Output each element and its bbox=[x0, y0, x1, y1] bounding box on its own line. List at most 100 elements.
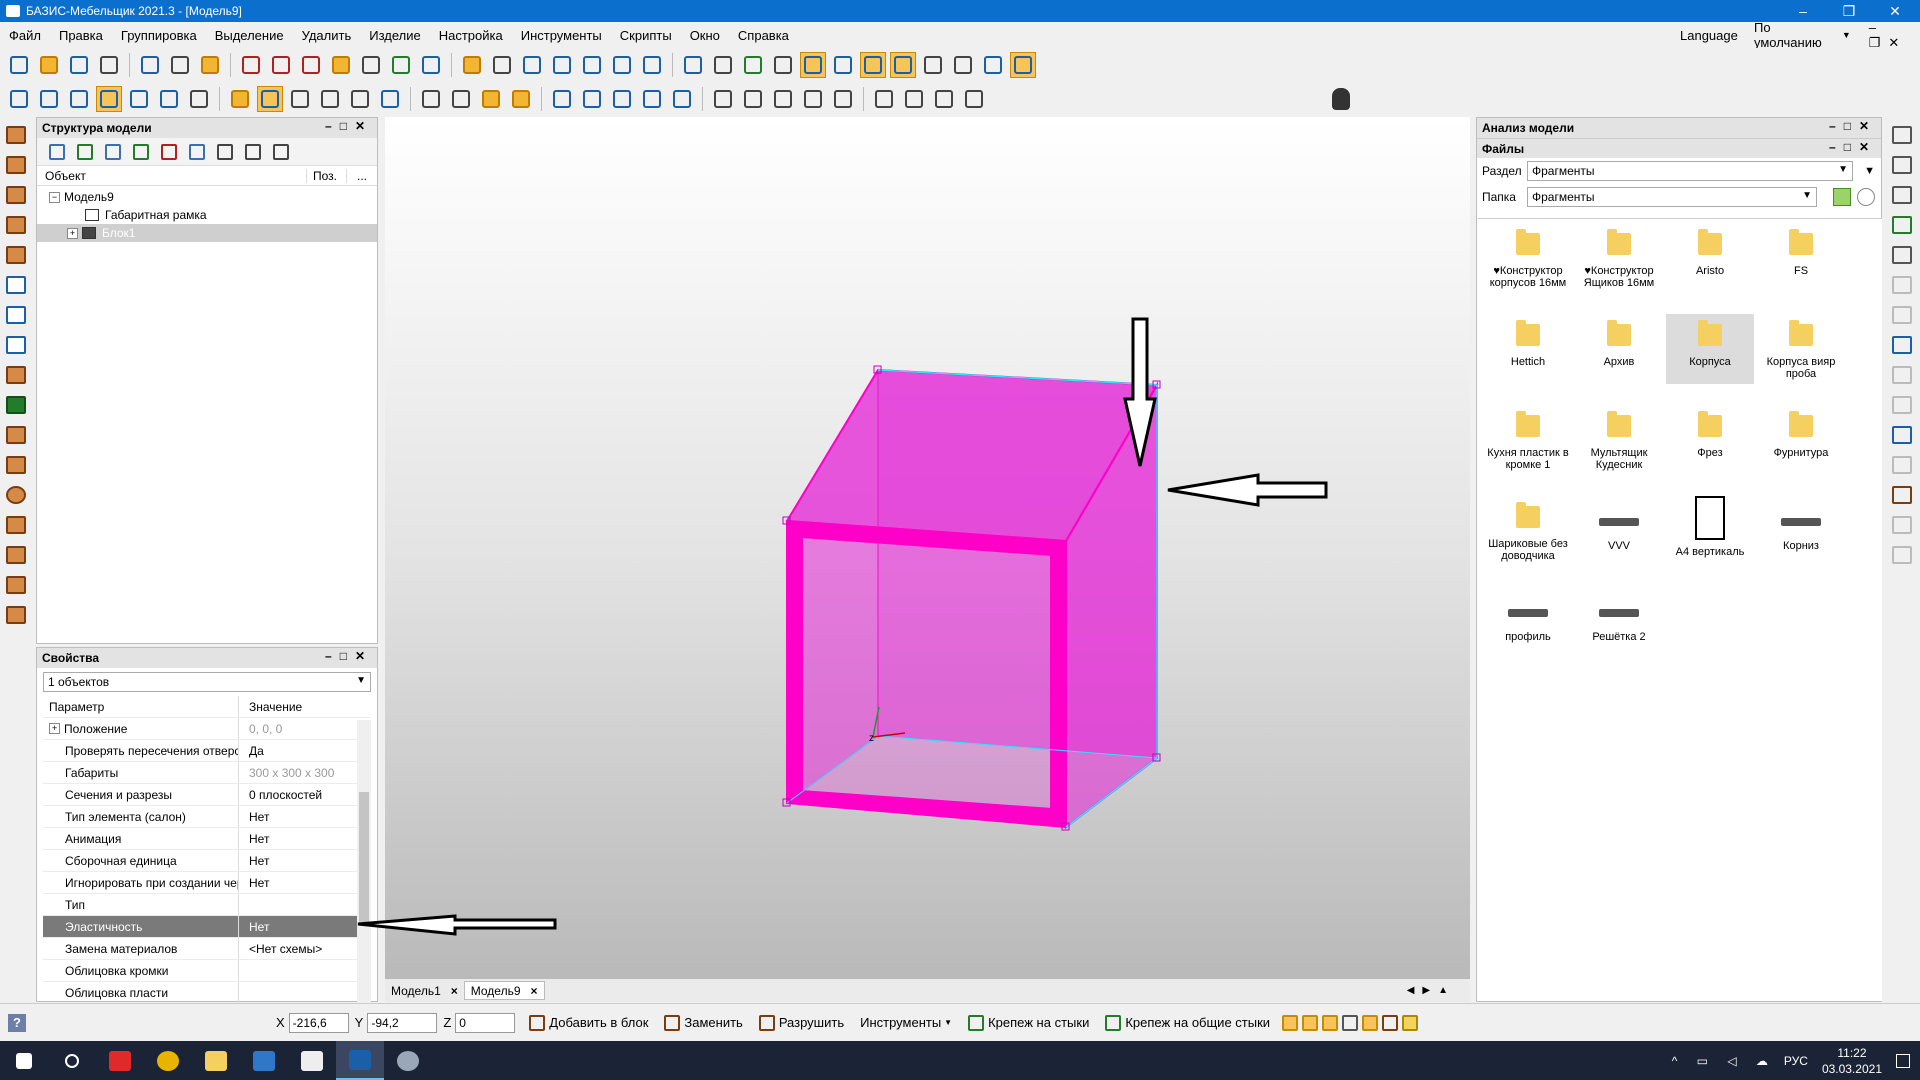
texture-icon[interactable] bbox=[508, 86, 534, 112]
property-row[interactable]: Габариты 300 x 300 x 300 bbox=[43, 762, 371, 784]
snap-point-icon[interactable] bbox=[890, 52, 916, 78]
move-icon[interactable] bbox=[549, 52, 575, 78]
fastener-2-icon[interactable] bbox=[1888, 273, 1916, 297]
add-to-block-button[interactable]: Добавить в блок bbox=[529, 1014, 648, 1031]
add-icon[interactable] bbox=[74, 141, 96, 163]
property-row-selected[interactable]: Эластичность Нет bbox=[43, 916, 371, 938]
hidden-lines-icon[interactable] bbox=[317, 86, 343, 112]
material-icon[interactable] bbox=[1382, 1014, 1399, 1031]
property-row[interactable]: Замена материалов <Нет схемы> bbox=[43, 938, 371, 960]
cube-disabled-icon[interactable] bbox=[1888, 453, 1916, 477]
search-icon[interactable] bbox=[48, 1041, 96, 1080]
viewport-canvas[interactable]: z bbox=[385, 117, 1470, 979]
trim-icon[interactable] bbox=[871, 86, 897, 112]
fragment-item[interactable]: Кухня пластик в кромке 1 bbox=[1484, 405, 1572, 475]
help-icon[interactable]: ? bbox=[8, 1013, 26, 1032]
fragment-item[interactable]: ♥Конструктор корпусов 16мм bbox=[1484, 223, 1572, 293]
help-icon[interactable] bbox=[102, 141, 124, 163]
view-right-icon[interactable] bbox=[126, 86, 152, 112]
highlight-icon[interactable] bbox=[1282, 1014, 1299, 1031]
menu-grouping[interactable]: Группировка bbox=[112, 28, 206, 43]
rotate-icon[interactable] bbox=[519, 52, 545, 78]
profile-tool-icon[interactable] bbox=[3, 303, 29, 327]
materials-icon[interactable] bbox=[388, 52, 414, 78]
close-tab-icon[interactable]: × bbox=[531, 984, 538, 998]
axes-icon[interactable] bbox=[740, 52, 766, 78]
search-icon[interactable] bbox=[1857, 188, 1875, 206]
cut-icon[interactable] bbox=[238, 52, 264, 78]
camera-icon[interactable] bbox=[418, 86, 444, 112]
tools-icon[interactable] bbox=[46, 141, 68, 163]
fastener-icon[interactable] bbox=[1888, 243, 1916, 267]
preset-dropdown[interactable]: По умолчанию bbox=[1754, 20, 1838, 50]
view-back-icon[interactable] bbox=[156, 86, 182, 112]
front-panel-icon[interactable] bbox=[3, 213, 29, 237]
horizontal-panel-icon[interactable] bbox=[3, 183, 29, 207]
snap-icon[interactable] bbox=[800, 52, 826, 78]
property-row[interactable]: + Положение 0, 0, 0 bbox=[43, 718, 371, 740]
minimize-button[interactable]: – bbox=[1780, 0, 1826, 22]
bracket-icon[interactable] bbox=[830, 86, 856, 112]
edge-band-3-icon[interactable] bbox=[1888, 393, 1916, 417]
fillet-icon[interactable] bbox=[961, 86, 987, 112]
edge-band-2-icon[interactable] bbox=[1888, 363, 1916, 387]
y-coordinate-input[interactable]: -94,2 bbox=[367, 1012, 438, 1033]
assembly-icon[interactable] bbox=[1888, 483, 1916, 507]
align-icon[interactable] bbox=[579, 52, 605, 78]
panel-icon[interactable] bbox=[268, 52, 294, 78]
col-object[interactable]: Объект bbox=[37, 168, 307, 183]
basis-active-icon[interactable] bbox=[336, 1041, 384, 1080]
remove-link-icon[interactable] bbox=[158, 141, 180, 163]
menu-product[interactable]: Изделие bbox=[360, 28, 429, 43]
shade-edges-icon[interactable] bbox=[257, 86, 283, 112]
fragment-item[interactable]: А4 вертикаль bbox=[1666, 496, 1754, 566]
extend-icon[interactable] bbox=[931, 86, 957, 112]
handle-icon[interactable] bbox=[3, 423, 29, 447]
polygon-icon[interactable] bbox=[800, 86, 826, 112]
x-coordinate-input[interactable]: -216,6 bbox=[288, 1012, 349, 1033]
app-icon-1[interactable] bbox=[96, 1041, 144, 1080]
menu-settings[interactable]: Настройка bbox=[430, 28, 512, 43]
fastener-joints-button[interactable]: Крепеж на стыки bbox=[968, 1014, 1089, 1031]
fragment-item[interactable]: VVV bbox=[1575, 496, 1663, 566]
outline-icon[interactable] bbox=[347, 86, 373, 112]
menu-scripts[interactable]: Скрипты bbox=[611, 28, 681, 43]
fragment-item[interactable]: Фурнитура bbox=[1757, 405, 1845, 475]
property-row[interactable]: Облицовка пласти bbox=[43, 982, 371, 1004]
frame-icon[interactable] bbox=[1010, 52, 1036, 78]
shelf-tool-icon[interactable] bbox=[3, 333, 29, 357]
basis-icon[interactable] bbox=[459, 52, 485, 78]
shade-icon[interactable] bbox=[227, 86, 253, 112]
fragment-item[interactable]: профиль bbox=[1484, 587, 1572, 657]
menu-window[interactable]: Окно bbox=[681, 28, 729, 43]
mirror-icon[interactable] bbox=[489, 52, 515, 78]
vertical-panel-icon[interactable] bbox=[3, 153, 29, 177]
link-icon[interactable] bbox=[130, 141, 152, 163]
page-icon[interactable] bbox=[680, 52, 706, 78]
chrome-icon[interactable] bbox=[144, 1041, 192, 1080]
eye-icon[interactable] bbox=[418, 52, 444, 78]
menu-help[interactable]: Справка bbox=[729, 28, 798, 43]
cabinet-model[interactable]: z bbox=[782, 365, 1161, 831]
fragment-item[interactable]: Aristo bbox=[1666, 223, 1754, 293]
text-icon[interactable] bbox=[639, 86, 665, 112]
zoom-icon[interactable] bbox=[1362, 1014, 1379, 1031]
close-tab-icon[interactable]: × bbox=[451, 984, 458, 998]
file-explorer-icon[interactable] bbox=[192, 1041, 240, 1080]
bent-panel-icon[interactable] bbox=[3, 243, 29, 267]
clock[interactable]: 11:22 03.03.2021 bbox=[1822, 1045, 1882, 1077]
menu-delete[interactable]: Удалить bbox=[293, 28, 361, 43]
xml-icon[interactable] bbox=[1888, 183, 1916, 207]
panel-controls[interactable]: –□✕ bbox=[1829, 140, 1877, 154]
sphere-icon[interactable] bbox=[3, 483, 29, 507]
tree-node-model[interactable]: − Модель9 bbox=[37, 188, 377, 206]
line-icon[interactable] bbox=[710, 86, 736, 112]
app-icon-2[interactable] bbox=[384, 1041, 432, 1080]
list-icon[interactable] bbox=[242, 141, 264, 163]
dashed-line-icon[interactable] bbox=[901, 86, 927, 112]
save-icon[interactable] bbox=[66, 52, 92, 78]
menu-tools[interactable]: Инструменты bbox=[512, 28, 611, 43]
assembly-3-icon[interactable] bbox=[1888, 543, 1916, 567]
check-icon[interactable] bbox=[448, 86, 474, 112]
fragment-item[interactable]: Решётка 2 bbox=[1575, 587, 1663, 657]
